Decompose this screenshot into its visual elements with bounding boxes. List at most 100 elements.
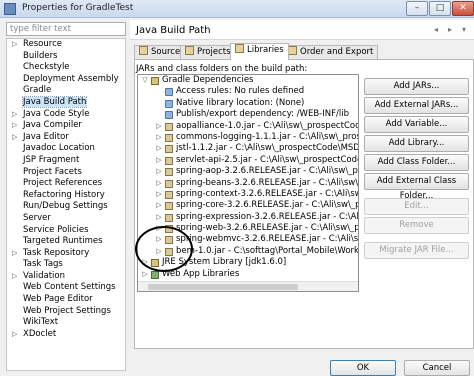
sidebar-item-label: Refactoring History xyxy=(23,189,105,200)
sidebar-item[interactable]: Server xyxy=(7,213,125,225)
sidebar-item[interactable]: Builders xyxy=(7,51,125,63)
add-jars-button[interactable]: Add JARs... xyxy=(364,78,469,95)
cancel-button[interactable]: Cancel xyxy=(404,360,470,376)
sidebar-item-label: Targeted Runtimes xyxy=(23,236,103,247)
library-tree-node[interactable]: ▷ spring-core-3.2.6.RELEASE.jar - C:\Ali\… xyxy=(138,200,358,211)
maximize-button[interactable]: □ xyxy=(429,1,451,16)
edit-button[interactable]: Edit... xyxy=(364,198,469,215)
scrollbar-thumb[interactable] xyxy=(148,284,298,290)
sidebar-item[interactable]: Web Content Settings xyxy=(7,282,125,294)
sidebar-item[interactable]: Deployment Assembly xyxy=(7,74,125,86)
sidebar-item-label: Java Build Path xyxy=(21,95,88,108)
filter-input[interactable]: type filter text xyxy=(6,22,126,36)
add-variable-button[interactable]: Add Variable... xyxy=(364,116,469,133)
add-class-folder-button[interactable]: Add Class Folder... xyxy=(364,154,469,171)
add-external-class-folder-button[interactable]: Add External Class Folder... xyxy=(364,173,469,201)
tab-source[interactable]: Source xyxy=(134,45,186,59)
expand-arrow-icon[interactable]: ▷ xyxy=(12,120,17,132)
expand-arrow-icon[interactable]: ▷ xyxy=(155,166,163,177)
projects-tab-icon xyxy=(185,46,194,55)
jar-icon xyxy=(165,190,173,199)
horizontal-scrollbar[interactable] xyxy=(138,281,358,291)
remove-button[interactable]: Remove xyxy=(364,217,469,234)
sidebar-item-label: Validation xyxy=(23,270,65,281)
library-tree-node-label: spring-core-3.2.6.RELEASE.jar - C:\Ali\s… xyxy=(176,200,359,211)
library-tree-node-label: Publish/export dependency: /WEB-INF/lib xyxy=(176,109,349,120)
sidebar-item[interactable]: Web Project Settings xyxy=(7,306,125,318)
expand-arrow-icon[interactable]: ▷ xyxy=(155,200,163,211)
sidebar-item[interactable]: ▷ Java Editor xyxy=(7,132,125,144)
library-tree-node[interactable]: ▷ aopalliance-1.0.jar - C:\Ali\sw\_prospe… xyxy=(138,121,358,132)
library-tree-node-label: spring-aop-3.2.6.RELEASE.jar - C:\Ali\sw… xyxy=(176,166,358,177)
sidebar-item-label: Service Policies xyxy=(23,224,89,235)
library-tree-node[interactable]: ▷ spring-expression-3.2.6.RELEASE.jar - C… xyxy=(138,212,358,223)
library-tree-node[interactable]: ▷ servlet-api-2.5.jar - C:\Ali\sw\_prospe… xyxy=(138,155,358,166)
back-icon[interactable]: ◂ xyxy=(430,24,442,36)
expand-arrow-icon[interactable]: ▷ xyxy=(155,143,163,154)
jar-icon xyxy=(165,168,173,177)
sidebar-item[interactable]: JSP Fragment xyxy=(7,155,125,167)
sidebar-item-label: Project Facets xyxy=(23,166,82,177)
forward-icon[interactable]: ▸ xyxy=(444,24,456,36)
expand-arrow-icon[interactable]: ▷ xyxy=(155,212,163,223)
library-tree-node[interactable]: Native library location: (None) xyxy=(138,98,358,109)
sidebar-item-label: Task Tags xyxy=(23,259,63,270)
sidebar-item[interactable]: Service Policies xyxy=(7,225,125,237)
expand-arrow-icon[interactable]: ▷ xyxy=(155,155,163,166)
migrate-jar-button[interactable]: Migrate JAR File... xyxy=(364,242,469,259)
library-tree-node[interactable]: ▷ commons-logging-1.1.1.jar - C:\Ali\sw\_… xyxy=(138,132,358,143)
library-tree-node[interactable]: ▽ Gradle Dependencies xyxy=(138,75,358,86)
sidebar-item[interactable]: ▷ Java Compiler xyxy=(7,120,125,132)
sidebar-item[interactable]: ▷ XDoclet xyxy=(7,329,125,341)
sidebar-item[interactable]: ▷ Validation xyxy=(7,271,125,283)
title-bar: Properties for GradleTest – □ ✕ xyxy=(0,0,474,18)
sidebar-item[interactable]: Task Tags xyxy=(7,259,125,271)
tab-libraries[interactable]: Libraries xyxy=(230,43,289,60)
sidebar-item[interactable]: Targeted Runtimes xyxy=(7,236,125,248)
add-library-button[interactable]: Add Library... xyxy=(364,135,469,152)
library-tree-node[interactable]: Access rules: No rules defined xyxy=(138,86,358,97)
tab-projects[interactable]: Projects xyxy=(180,45,236,59)
sidebar-item[interactable]: Run/Debug Settings xyxy=(7,201,125,213)
menu-chevron-icon[interactable]: ▾ xyxy=(458,24,470,36)
library-tree-node[interactable]: ▷ spring-context-3.2.6.RELEASE.jar - C:\A… xyxy=(138,189,358,200)
expand-arrow-icon[interactable]: ▷ xyxy=(155,121,163,132)
minimize-button[interactable]: – xyxy=(406,1,428,16)
library-tree-node[interactable]: Publish/export dependency: /WEB-INF/lib xyxy=(138,109,358,120)
expand-arrow-icon[interactable]: ▷ xyxy=(12,39,17,51)
sidebar-item[interactable]: Gradle xyxy=(7,85,125,97)
expand-arrow-icon[interactable]: ▷ xyxy=(12,271,17,283)
sidebar-item[interactable]: Checkstyle xyxy=(7,62,125,74)
sidebar-item-label: XDoclet xyxy=(23,328,57,339)
sidebar-item[interactable]: Refactoring History xyxy=(7,190,125,202)
sidebar-item[interactable]: Javadoc Location xyxy=(7,143,125,155)
expand-arrow-icon[interactable]: ▷ xyxy=(155,178,163,189)
property-page-tree: ▷ Resource Builders Checkstyle Deployment As… xyxy=(6,38,126,371)
sidebar-item[interactable]: Project References xyxy=(7,178,125,190)
expand-arrow-icon[interactable]: ▷ xyxy=(12,109,17,121)
expand-arrow-icon[interactable]: ▷ xyxy=(12,132,17,144)
library-tree-node[interactable]: ▷ jstl-1.1.2.jar - C:\Ali\sw\_prospectCod… xyxy=(138,143,358,154)
expand-arrow-icon[interactable]: ▷ xyxy=(12,248,17,260)
library-tree-node[interactable]: ▷ spring-beans-3.2.6.RELEASE.jar - C:\Ali… xyxy=(138,178,358,189)
tab-order-and-export[interactable]: Order and Export xyxy=(283,45,379,59)
sidebar-item[interactable]: Java Build Path xyxy=(7,95,125,109)
sidebar-item[interactable]: WikiText xyxy=(7,317,125,329)
sidebar-item[interactable]: ▷ Task Repository xyxy=(7,248,125,260)
sidebar-item[interactable]: ▷ Java Code Style xyxy=(7,109,125,121)
expand-arrow-icon[interactable]: ▷ xyxy=(155,189,163,200)
sidebar-item[interactable]: Project Facets xyxy=(7,167,125,179)
close-window-button[interactable]: ✕ xyxy=(452,1,474,16)
expand-arrow-icon[interactable]: ▷ xyxy=(12,329,17,341)
add-external-jars-button[interactable]: Add External JARs... xyxy=(364,97,469,114)
expand-arrow-icon[interactable]: ▷ xyxy=(155,132,163,143)
ok-button[interactable]: OK xyxy=(330,360,396,376)
app-icon xyxy=(4,3,16,15)
expand-arrow-icon[interactable]: ▷ xyxy=(141,269,149,280)
sidebar-item[interactable]: Web Page Editor xyxy=(7,294,125,306)
expand-arrow-icon[interactable]: ▽ xyxy=(141,75,149,86)
library-tree-node[interactable]: ▷ spring-aop-3.2.6.RELEASE.jar - C:\Ali\s… xyxy=(138,166,358,177)
sidebar-item[interactable]: ▷ Resource xyxy=(7,39,125,51)
library-tree-node-label: spring-context-3.2.6.RELEASE.jar - C:\Al… xyxy=(176,188,358,199)
page-title: Java Build Path xyxy=(136,25,211,36)
